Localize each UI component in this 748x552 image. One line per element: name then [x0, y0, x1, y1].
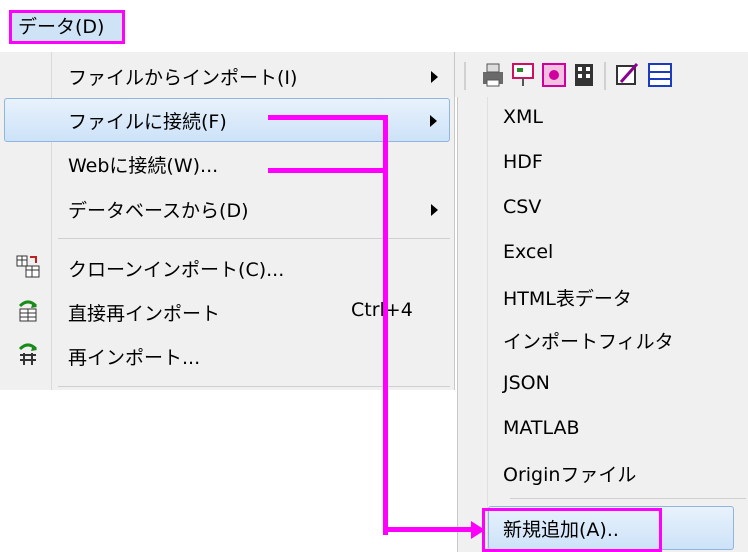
toolbar	[455, 52, 748, 97]
clone-import-icon	[16, 255, 40, 278]
menu-item-label: ファイルに接続(F)	[68, 111, 227, 133]
direct-reimport-icon	[18, 300, 38, 322]
submenu-item-csv[interactable]: CSV	[503, 196, 541, 218]
annotation-line	[383, 115, 388, 535]
menu-item-label: 再インポート...	[68, 347, 201, 369]
film-icon[interactable]	[575, 64, 593, 86]
submenu-gutter-line	[487, 97, 488, 552]
menu-item-label: 直接再インポート	[68, 303, 221, 325]
annotation-highlight-frame	[482, 508, 662, 552]
menu-item-label: データベースから(D)	[68, 200, 249, 222]
presentation-icon[interactable]	[512, 63, 534, 86]
annotation-arrowhead-icon	[471, 521, 485, 539]
submenu-item-origin-file[interactable]: Originファイル	[503, 460, 636, 487]
menu-item-label: ファイルからインポート(I)	[68, 67, 298, 89]
reimport-icon	[18, 343, 38, 365]
annotation-line	[268, 115, 388, 120]
menu-separator	[58, 238, 450, 239]
submenu-item-xml[interactable]: XML	[503, 106, 543, 128]
menu-item-shortcut: Ctrl+4	[351, 299, 413, 321]
menu-data-label: データ(D)	[18, 16, 105, 38]
submenu-separator	[510, 498, 746, 499]
edit-icon[interactable]	[616, 63, 639, 85]
submenu-item-excel[interactable]: Excel	[503, 241, 553, 263]
submenu-item-html-table[interactable]: HTML表データ	[503, 284, 632, 311]
annotation-line	[383, 527, 473, 532]
submenu-gutter	[458, 97, 488, 552]
menu-data[interactable]: データ(D)	[9, 10, 125, 44]
menubar: データ(D)	[0, 0, 155, 52]
record-icon[interactable]	[542, 63, 566, 87]
submenu-arrow-icon	[431, 204, 438, 216]
submenu-arrow-icon	[430, 115, 437, 127]
annotation-line	[268, 168, 388, 173]
printer-icon[interactable]	[483, 63, 503, 87]
menu-item-label: クローンインポート(C)...	[68, 259, 285, 281]
layout-icon[interactable]	[648, 63, 672, 87]
submenu-item-import-filter[interactable]: インポートフィルタ	[503, 327, 674, 354]
submenu-item-matlab[interactable]: MATLAB	[503, 417, 580, 439]
menu-item-label: Webに接続(W)...	[68, 155, 219, 177]
connect-to-file-submenu: XML HDF CSV Excel HTML表データ インポートフィルタ JSO…	[457, 97, 748, 552]
menu-item-import-from-file[interactable]: ファイルからインポート(I)	[4, 54, 450, 98]
submenu-item-json[interactable]: JSON	[503, 372, 550, 394]
submenu-arrow-icon	[431, 71, 438, 83]
submenu-item-hdf[interactable]: HDF	[503, 151, 543, 173]
menu-separator	[58, 386, 450, 387]
toolbar-icons	[464, 62, 672, 90]
